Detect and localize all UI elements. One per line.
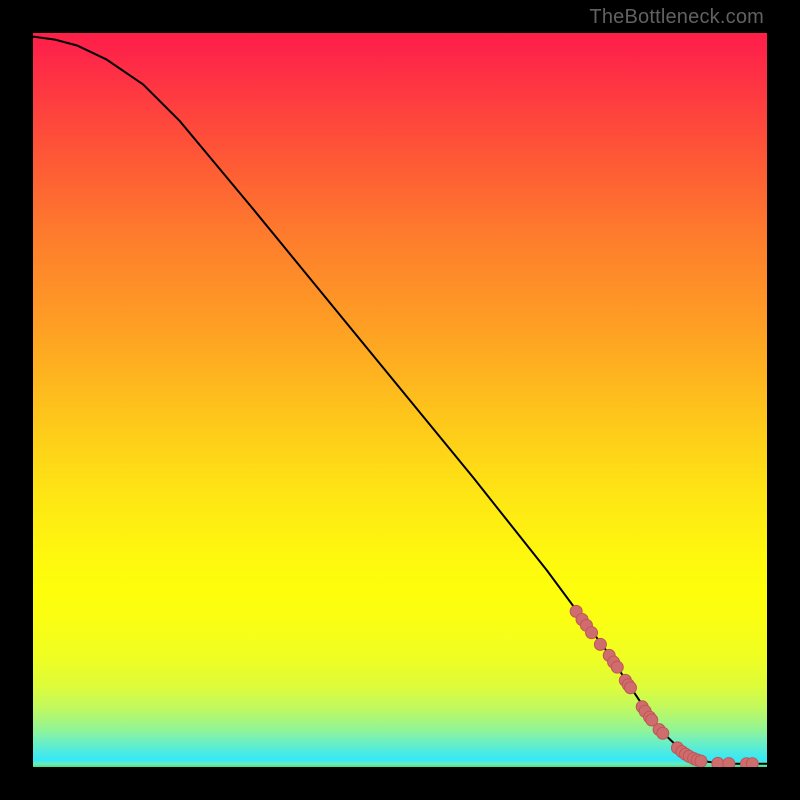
- data-point: [723, 758, 735, 767]
- data-point: [712, 757, 724, 767]
- bottleneck-curve: [33, 37, 767, 764]
- plot-area: [33, 33, 767, 767]
- data-point: [746, 758, 758, 767]
- data-point: [594, 638, 606, 650]
- data-point: [695, 755, 707, 767]
- chart-overlay: [33, 33, 767, 767]
- data-markers: [570, 605, 758, 767]
- data-point: [624, 682, 636, 694]
- watermark-text: TheBottleneck.com: [589, 6, 764, 29]
- chart-frame: TheBottleneck.com: [0, 0, 800, 800]
- data-point: [586, 627, 598, 639]
- data-point: [611, 661, 623, 673]
- data-point: [657, 727, 669, 739]
